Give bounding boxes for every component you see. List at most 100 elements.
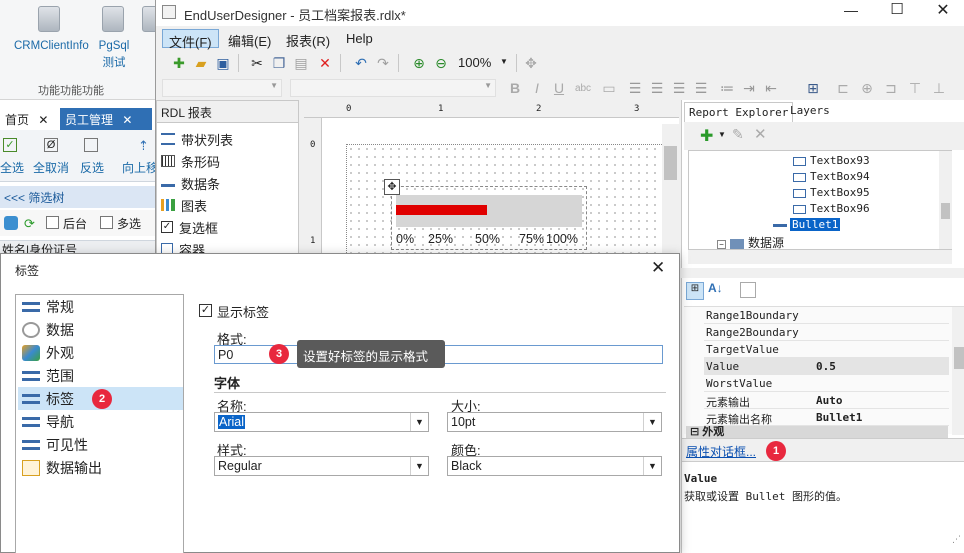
- menu-file[interactable]: 文件(F): [162, 29, 219, 50]
- nav-visibility[interactable]: 可见性: [18, 433, 183, 456]
- deselect-all-button[interactable]: 全取消: [33, 159, 69, 176]
- prop-value[interactable]: 0.5: [816, 360, 836, 373]
- font-combo[interactable]: ▼: [290, 79, 496, 97]
- tab-home[interactable]: 首页 ✕: [0, 108, 56, 130]
- move-handle-icon[interactable]: ✥: [384, 179, 400, 195]
- maximize-button[interactable]: ☐: [882, 0, 912, 22]
- tool-barcode[interactable]: 条形码: [161, 150, 220, 172]
- right-objects-icon[interactable]: ⊐: [882, 79, 900, 97]
- tab-layers[interactable]: Layers: [790, 104, 830, 117]
- undo-icon[interactable]: ↶: [352, 54, 370, 72]
- zoom-dropdown-icon[interactable]: ▼: [500, 57, 508, 66]
- tool-chart[interactable]: 图表: [161, 194, 207, 216]
- prop-row[interactable]: Range1Boundary: [704, 307, 949, 324]
- delete-icon[interactable]: ✕: [316, 54, 334, 72]
- multi-select-checkbox[interactable]: [100, 216, 113, 229]
- scrollbar-thumb[interactable]: [941, 203, 950, 219]
- center-objects-icon[interactable]: ⊕: [858, 79, 876, 97]
- invert-button[interactable]: 反选: [80, 159, 104, 176]
- zoom-in-icon[interactable]: ⊕: [410, 54, 428, 72]
- refresh-icon[interactable]: ⟳: [24, 216, 38, 231]
- prop-scrollbar[interactable]: [952, 307, 964, 435]
- bold-icon[interactable]: B: [506, 79, 524, 97]
- redo-icon[interactable]: ↷: [374, 54, 392, 72]
- close-window-button[interactable]: ✕: [928, 0, 958, 22]
- nav-general[interactable]: 常规: [18, 295, 183, 318]
- zoom-out-icon[interactable]: ⊖: [432, 54, 450, 72]
- ribbon-button-crm[interactable]: CRMClientInfo: [14, 6, 89, 52]
- nav-appearance[interactable]: 外观: [18, 341, 183, 364]
- sort-az-icon[interactable]: A↓: [708, 281, 723, 295]
- prop-row[interactable]: 元素输出名称 Bullet1: [704, 409, 949, 426]
- cut-icon[interactable]: ✂: [248, 54, 266, 72]
- delete-icon[interactable]: ✕: [754, 125, 767, 143]
- highlight-icon[interactable]: ▭: [600, 79, 618, 97]
- prop-row[interactable]: TargetValue: [704, 341, 949, 358]
- save-icon[interactable]: ▣: [214, 54, 232, 72]
- justify-icon[interactable]: ☰: [692, 79, 710, 97]
- prop-row-selected[interactable]: Value 0.5: [704, 358, 949, 375]
- tree-item-textbox94[interactable]: TextBox94: [793, 170, 870, 183]
- open-folder-icon[interactable]: ▰: [192, 54, 210, 72]
- property-dialog-link[interactable]: 属性对话框...: [686, 443, 756, 460]
- tree-item-textbox95[interactable]: TextBox95: [793, 186, 870, 199]
- backend-checkbox[interactable]: [46, 216, 59, 229]
- tree-item-datasource[interactable]: − 数据源: [717, 234, 784, 251]
- show-label-checkbox[interactable]: ✓: [199, 304, 212, 317]
- ribbon-button-pgsql[interactable]: PgSql 测试: [94, 6, 134, 70]
- tree-item-textbox96[interactable]: TextBox96: [793, 202, 870, 215]
- align-left-icon[interactable]: ☰: [626, 79, 644, 97]
- filter-tree-header[interactable]: <<< 筛选树: [0, 186, 155, 208]
- tool-banded-list[interactable]: 带状列表: [161, 128, 233, 150]
- minimize-button[interactable]: —: [836, 2, 866, 22]
- zoom-level[interactable]: 100%: [458, 55, 491, 70]
- new-icon[interactable]: ✚: [170, 54, 188, 72]
- top-objects-icon[interactable]: ⊤: [906, 79, 924, 97]
- nav-data-output[interactable]: 数据输出: [18, 456, 183, 479]
- tool-databar[interactable]: 数据条: [161, 172, 220, 194]
- font-color-icon[interactable]: abc: [574, 79, 592, 97]
- scrollbar-thumb[interactable]: [954, 347, 964, 369]
- nav-navigation[interactable]: 导航: [18, 410, 183, 433]
- category-appearance[interactable]: ⊟ 外观: [686, 426, 948, 438]
- categorized-icon[interactable]: ⊞: [686, 282, 704, 300]
- align-center-icon[interactable]: ☰: [648, 79, 666, 97]
- copy-icon[interactable]: ❐: [270, 54, 288, 72]
- bullets-icon[interactable]: ≔: [718, 79, 736, 97]
- nav-range[interactable]: 范围: [18, 364, 183, 387]
- align-right-icon[interactable]: ☰: [670, 79, 688, 97]
- scrollbar-thumb[interactable]: [664, 146, 677, 180]
- align-objects-icon[interactable]: ⊏: [834, 79, 852, 97]
- canvas-scrollbar[interactable]: [662, 124, 679, 255]
- menu-report[interactable]: 报表(R): [280, 29, 336, 49]
- font-size-combo[interactable]: 10pt ▼: [447, 412, 662, 432]
- move-icon[interactable]: ✥: [522, 54, 540, 72]
- font-style-combo[interactable]: Regular ▼: [214, 456, 429, 476]
- move-up-button[interactable]: 向上移: [122, 159, 158, 176]
- outdent-icon[interactable]: ⇤: [762, 79, 780, 97]
- tree-icon[interactable]: [4, 216, 18, 230]
- layout-icon[interactable]: ⊞: [804, 79, 822, 97]
- bottom-objects-icon[interactable]: ⊥: [930, 79, 948, 97]
- property-pages-icon[interactable]: [740, 282, 756, 298]
- select-all-button[interactable]: 全选: [0, 159, 24, 176]
- prop-row[interactable]: Range2Boundary: [704, 324, 949, 341]
- tree-item-textbox93[interactable]: TextBox93: [793, 154, 870, 167]
- font-color-combo[interactable]: Black ▼: [447, 456, 662, 476]
- italic-icon[interactable]: I: [528, 79, 546, 97]
- tab-report-explorer[interactable]: Report Explorer: [684, 102, 794, 122]
- close-icon[interactable]: ✕: [38, 113, 48, 127]
- resize-grip-icon[interactable]: ⋰: [952, 534, 961, 545]
- indent-icon[interactable]: ⇥: [740, 79, 758, 97]
- prop-row[interactable]: 元素输出 Auto: [704, 392, 949, 409]
- tab-employee[interactable]: 员工管理 ✕: [60, 108, 152, 130]
- style-combo[interactable]: ▼: [162, 79, 282, 97]
- nav-labels[interactable]: 标签 2: [18, 387, 183, 410]
- menu-edit[interactable]: 编辑(E): [222, 29, 277, 49]
- underline-icon[interactable]: U: [550, 79, 568, 97]
- tree-scrollbar[interactable]: [939, 151, 952, 249]
- tree-item-bullet1[interactable]: Bullet1: [773, 218, 841, 231]
- close-icon[interactable]: ✕: [122, 113, 132, 127]
- dropdown-icon[interactable]: ▼: [718, 130, 726, 139]
- tree-hscrollbar[interactable]: [688, 250, 952, 264]
